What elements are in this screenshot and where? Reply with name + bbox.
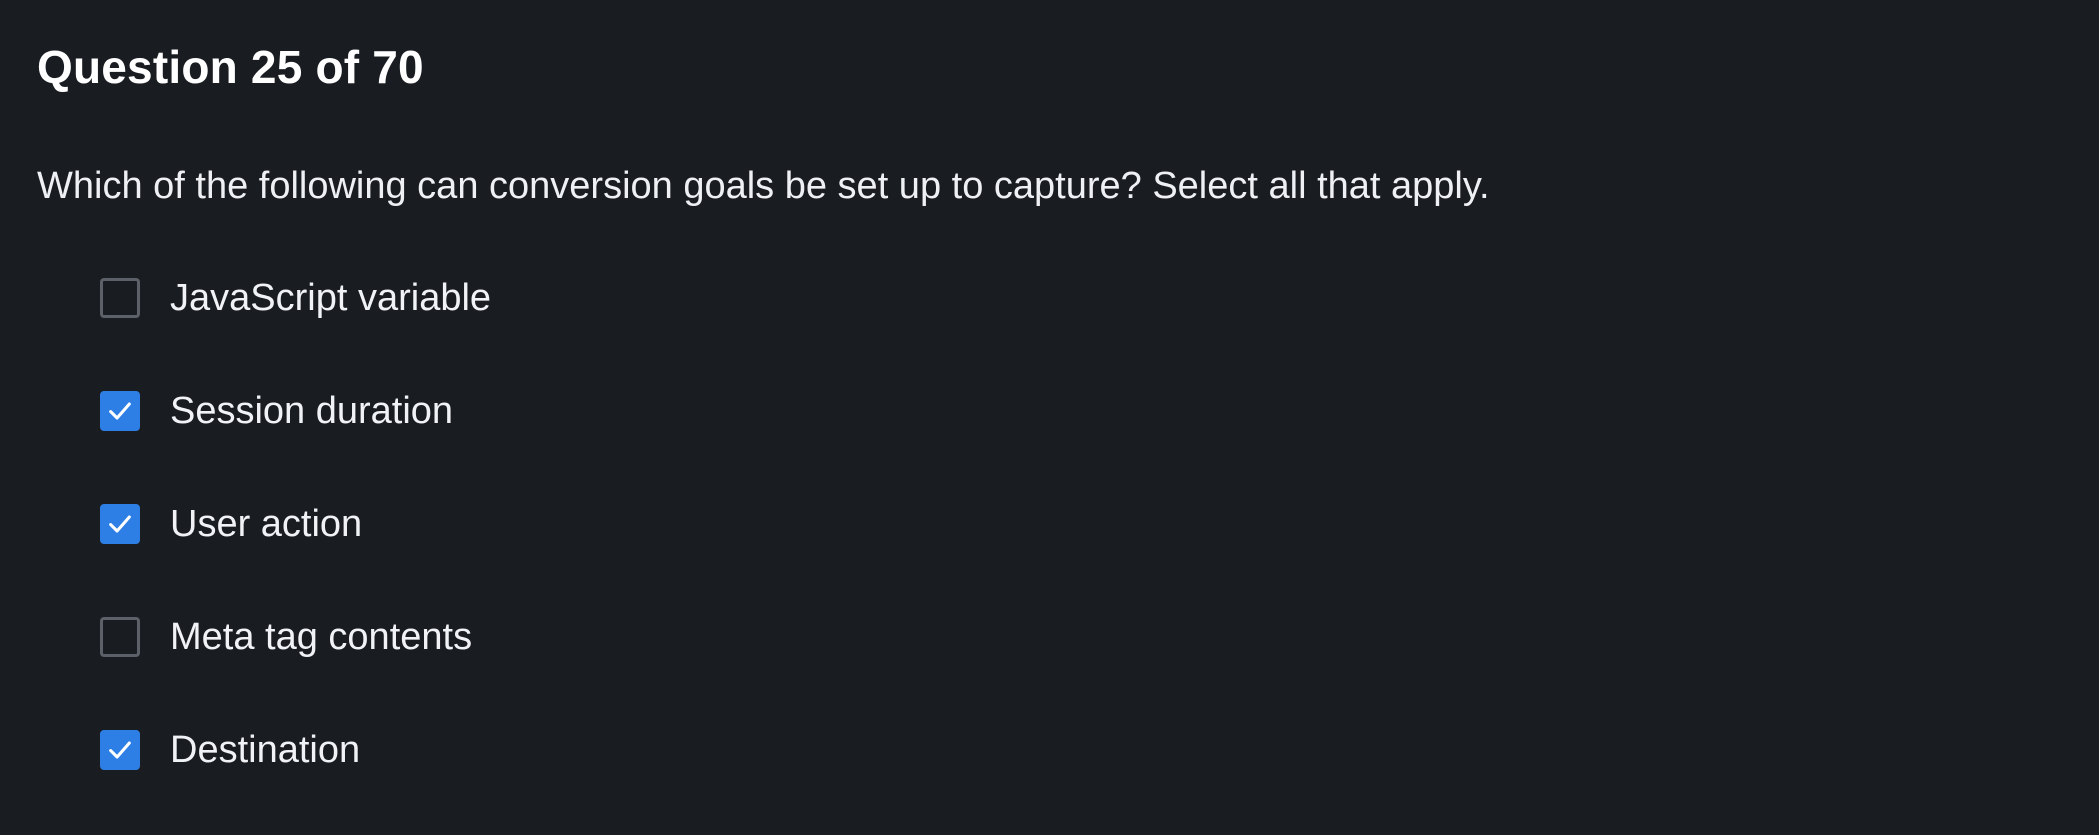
answer-options-list: JavaScript variable Session duration Use…	[100, 270, 491, 835]
check-icon	[109, 515, 131, 533]
checkbox-unchecked[interactable]	[100, 617, 140, 657]
option-label[interactable]: Meta tag contents	[170, 613, 472, 661]
option-label[interactable]: User action	[170, 500, 362, 548]
checkbox-checked[interactable]	[100, 391, 140, 431]
option-meta-tag-contents[interactable]: Meta tag contents	[100, 609, 491, 665]
question-text: Which of the following can conversion go…	[37, 165, 1490, 207]
option-label[interactable]: JavaScript variable	[170, 274, 491, 322]
option-javascript-variable[interactable]: JavaScript variable	[100, 270, 491, 326]
option-label[interactable]: Session duration	[170, 387, 453, 435]
checkbox-unchecked[interactable]	[100, 278, 140, 318]
checkbox-checked[interactable]	[100, 504, 140, 544]
question-header: Question 25 of 70	[37, 41, 424, 93]
checkbox-checked[interactable]	[100, 730, 140, 770]
check-icon	[109, 741, 131, 759]
option-label[interactable]: Destination	[170, 726, 360, 774]
option-user-action[interactable]: User action	[100, 496, 491, 552]
option-destination[interactable]: Destination	[100, 722, 491, 778]
option-session-duration[interactable]: Session duration	[100, 383, 491, 439]
check-icon	[109, 402, 131, 420]
